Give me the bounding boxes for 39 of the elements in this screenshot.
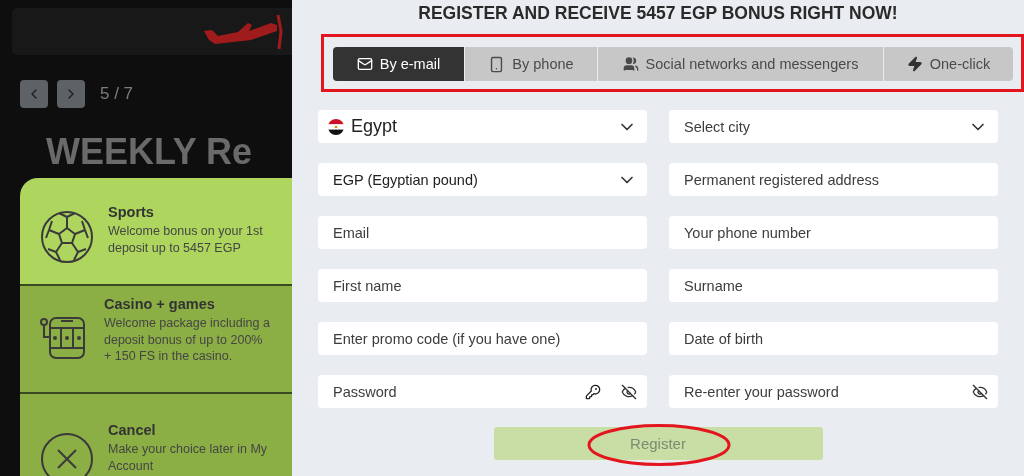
mail-icon [356, 56, 373, 72]
option-title: Cancel [108, 422, 157, 438]
input-field[interactable]: First name [318, 269, 647, 302]
dropdown-field[interactable]: EGP (Egyptian pound) [318, 163, 647, 196]
slide-counter: 5 / 7 [100, 84, 134, 104]
option-description: Welcome package including a deposit bonus of up to 200% + 150 FS in the casino. [104, 315, 271, 365]
dropdown-field[interactable]: Egypt [318, 110, 647, 143]
bonus-option[interactable]: Casino + games Welcome package including a deposit bonus of up to 200% + 150 FS in the casino. [20, 286, 292, 394]
input-field[interactable]: Enter promo code (if you have one) [318, 322, 647, 355]
input-field[interactable]: Date of birth [669, 322, 998, 355]
option-title: Sports [108, 204, 155, 220]
previous-button[interactable] [20, 80, 48, 108]
promo-heading: WEEKLY Re [46, 134, 253, 170]
password-field[interactable]: Re-enter your password [669, 375, 998, 408]
lightning-icon [906, 56, 923, 72]
option-title: Casino + games [104, 296, 216, 312]
input-field[interactable]: Permanent registered address [669, 163, 998, 196]
soccer-ball-icon [40, 210, 94, 264]
eye-off-icon[interactable] [621, 383, 637, 400]
flag-icon [328, 118, 344, 135]
eye-off-icon[interactable] [972, 383, 988, 400]
bonus-option[interactable]: Sports Welcome bonus on your 1st deposit up to 5457 EGP [20, 178, 292, 286]
tab[interactable]: One-click [884, 47, 1013, 81]
input-field[interactable]: Your phone number [669, 216, 998, 249]
tab[interactable]: Social networks and messengers [598, 47, 883, 81]
option-description: Welcome bonus on your 1st deposit up to 5457 EGP [108, 223, 264, 256]
input-field[interactable]: Email [318, 216, 647, 249]
tab[interactable]: By e-mail [333, 47, 464, 81]
tab[interactable]: By phone [465, 47, 597, 81]
bonus-option[interactable]: Cancel Make your choice later in My Account [20, 394, 292, 476]
password-field[interactable]: Password [318, 375, 647, 408]
form-title: REGISTER AND RECEIVE 5457 EGP BONUS RIGHT NOW! [418, 3, 898, 24]
next-button[interactable] [57, 80, 85, 108]
key-icon[interactable] [585, 383, 601, 400]
option-description: Make your choice later in My Account [108, 441, 269, 474]
users-icon [622, 56, 639, 72]
input-field[interactable]: Surname [669, 269, 998, 302]
dropdown-field[interactable]: Select city [669, 110, 998, 143]
close-icon [40, 432, 94, 476]
